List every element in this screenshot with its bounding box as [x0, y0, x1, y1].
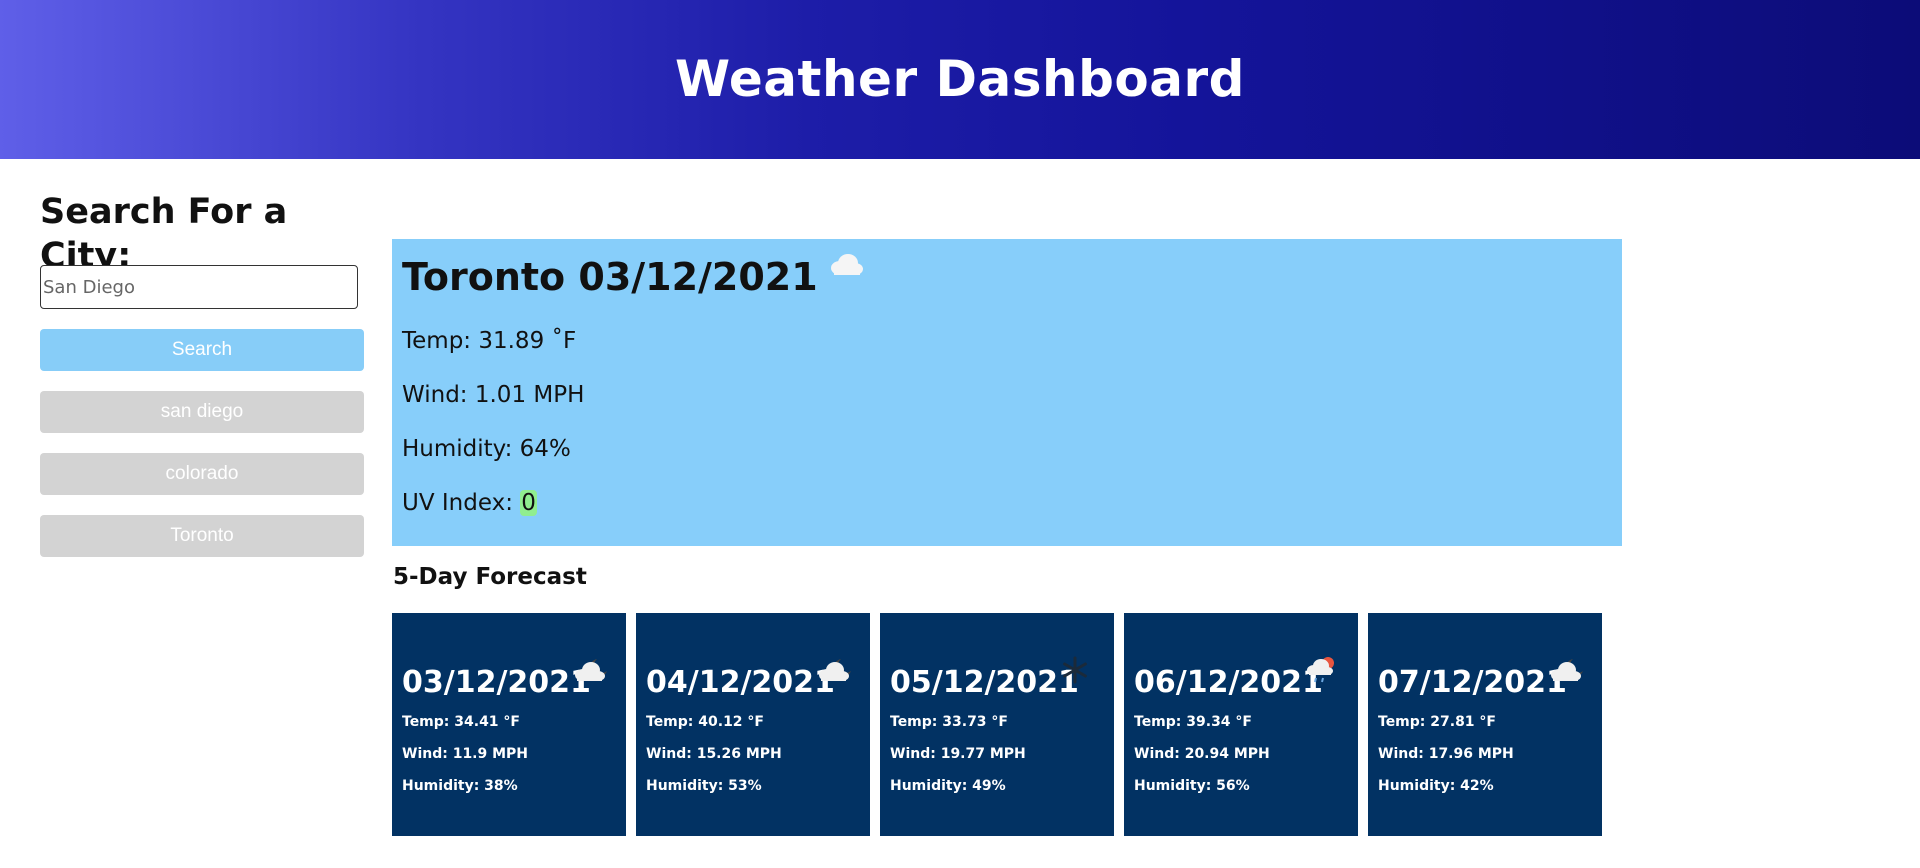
city-search-input[interactable]	[40, 265, 358, 309]
cloud-night-icon	[1548, 655, 1588, 689]
current-weather-panel: Toronto 03/12/2021 Temp: 31.89 ˚F Wind: …	[392, 239, 1622, 546]
forecast-temp: Temp: 33.73 °F	[890, 714, 1008, 730]
forecast-humidity: Humidity: 38%	[402, 778, 518, 794]
uv-index-badge: 0	[520, 490, 537, 516]
forecast-temp: Temp: 40.12 °F	[646, 714, 764, 730]
forecast-temp: Temp: 27.81 °F	[1378, 714, 1496, 730]
current-temp: Temp: 31.89 ˚F	[402, 328, 577, 354]
current-city-date: Toronto 03/12/2021	[402, 255, 818, 299]
forecast-wind: Wind: 15.26 MPH	[646, 746, 782, 762]
cloud-night-icon	[816, 655, 856, 689]
rain-icon	[1304, 655, 1338, 689]
cloud-night-icon	[572, 655, 612, 689]
forecast-card: 03/12/2021 Temp: 34.41 °F Wind: 11.9 MPH…	[392, 613, 626, 836]
forecast-humidity: Humidity: 42%	[1378, 778, 1494, 794]
forecast-cards: 03/12/2021 Temp: 34.41 °F Wind: 11.9 MPH…	[392, 613, 1612, 836]
page-header: Weather Dashboard	[0, 0, 1920, 159]
search-button[interactable]: Search	[40, 329, 364, 371]
current-humidity: Humidity: 64%	[402, 436, 571, 462]
forecast-wind: Wind: 20.94 MPH	[1134, 746, 1270, 762]
forecast-card: 06/12/2021 Temp: 39.34 °F Wind: 20.94 MP…	[1124, 613, 1358, 836]
forecast-humidity: Humidity: 56%	[1134, 778, 1250, 794]
forecast-card: 04/12/2021 Temp: 40.12 °F Wind: 15.26 MP…	[636, 613, 870, 836]
forecast-wind: Wind: 11.9 MPH	[402, 746, 529, 762]
forecast-humidity: Humidity: 53%	[646, 778, 762, 794]
forecast-card: 07/12/2021 Temp: 27.81 °F Wind: 17.96 MP…	[1368, 613, 1602, 836]
snow-icon	[1060, 655, 1090, 689]
current-title-row: Toronto 03/12/2021	[402, 251, 1612, 299]
history-button-colorado[interactable]: colorado	[40, 453, 364, 495]
cloud-icon	[828, 251, 864, 281]
forecast-temp: Temp: 39.34 °F	[1134, 714, 1252, 730]
forecast-wind: Wind: 19.77 MPH	[890, 746, 1026, 762]
current-wind: Wind: 1.01 MPH	[402, 382, 585, 408]
uv-label: UV Index:	[402, 490, 521, 516]
history-button-toronto[interactable]: Toronto	[40, 515, 364, 557]
forecast-humidity: Humidity: 49%	[890, 778, 1006, 794]
forecast-card: 05/12/2021 Temp: 33.73 °F Wind: 19.77 MP…	[880, 613, 1114, 836]
forecast-temp: Temp: 34.41 °F	[402, 714, 520, 730]
forecast-title: 5-Day Forecast	[393, 564, 587, 590]
history-button-san-diego[interactable]: san diego	[40, 391, 364, 433]
current-uv: UV Index: 0	[402, 487, 1612, 519]
forecast-wind: Wind: 17.96 MPH	[1378, 746, 1514, 762]
page-title: Weather Dashboard	[675, 49, 1245, 108]
